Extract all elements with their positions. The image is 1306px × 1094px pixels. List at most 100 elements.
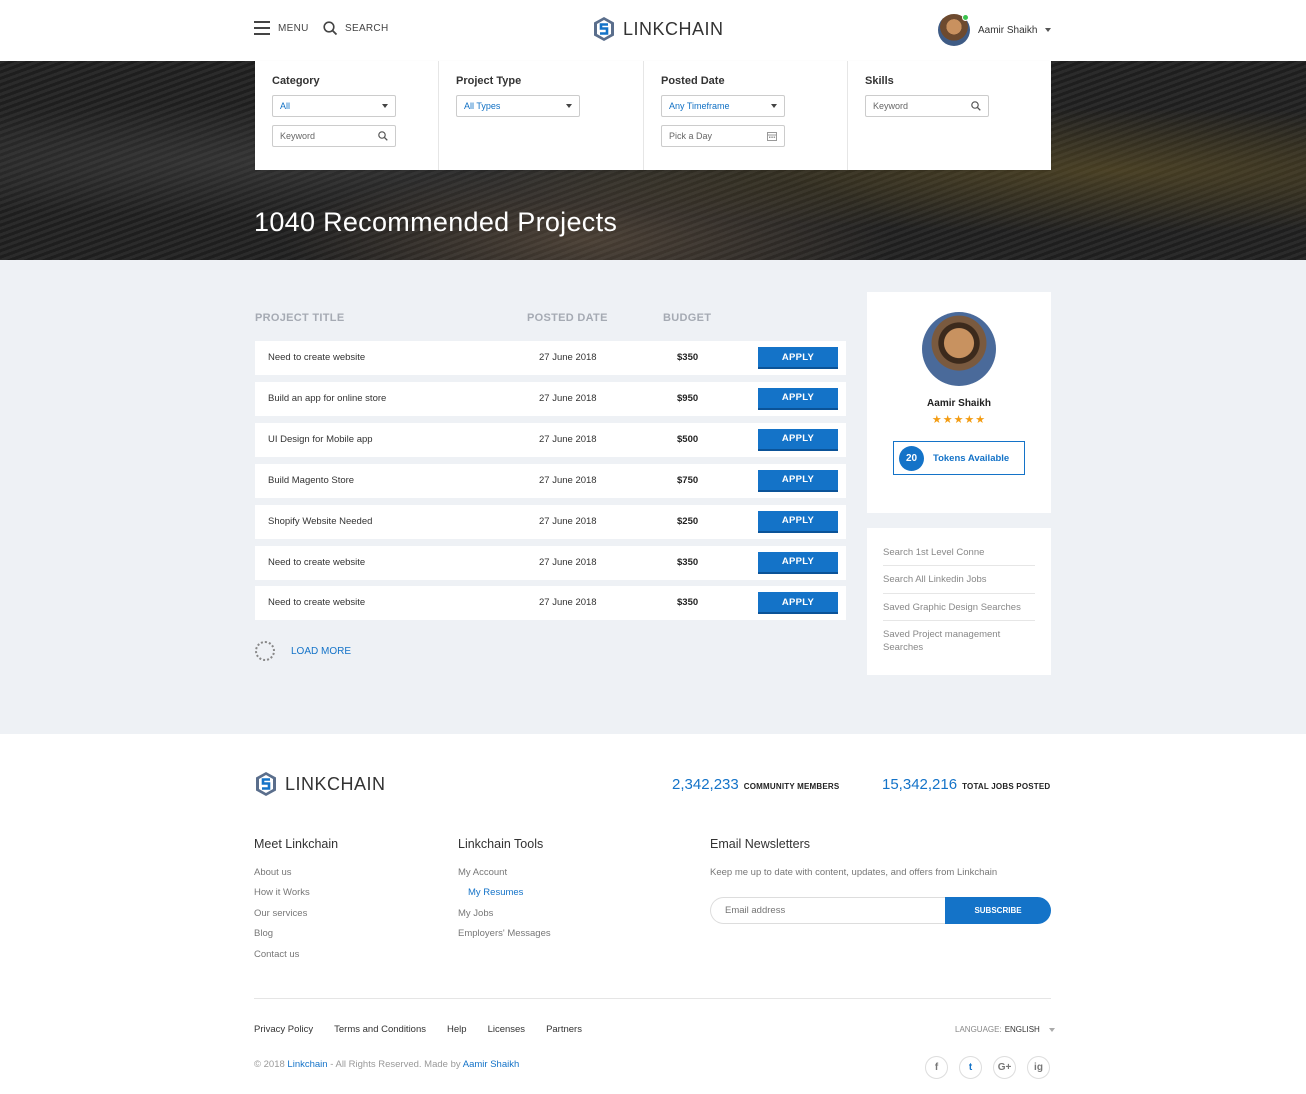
footer-link-contact[interactable]: Contact us: [254, 949, 310, 969]
budget: $350: [677, 556, 699, 568]
saved-search-link[interactable]: Saved Graphic Design Searches: [883, 601, 1035, 621]
table-row: Build an app for online store 27 June 201…: [255, 381, 846, 416]
dropdown-arrow-icon: [771, 104, 777, 108]
user-name: Aamir Shaikh: [978, 24, 1038, 36]
filter-panel: Category All Keyword Project Type All Ty…: [255, 61, 1051, 170]
email-field[interactable]: [710, 897, 946, 924]
brand-logo[interactable]: LINKCHAIN: [593, 16, 724, 42]
facebook-icon[interactable]: f: [925, 1056, 948, 1079]
apply-button[interactable]: APPLY: [758, 469, 838, 492]
project-title: Need to create website: [268, 556, 366, 568]
dropdown-arrow-icon: [382, 104, 388, 108]
category-value: All: [280, 101, 291, 111]
pick-day-input[interactable]: Pick a Day: [661, 125, 785, 147]
table-row: Need to create website 27 June 2018 $350 AP…: [255, 341, 846, 375]
timeframe-select[interactable]: Any Timeframe: [661, 95, 785, 117]
footer-link-my-resumes[interactable]: My Resumes: [458, 887, 551, 907]
linkchain-logo-icon: [594, 17, 614, 41]
footer-link-how-it-works[interactable]: How it Works: [254, 887, 310, 907]
copyright-prefix: © 2018: [254, 1059, 285, 1070]
table-row: UI Design for Mobile app 27 June 2018 $500…: [255, 422, 846, 457]
copyright-middle: - All Rights Reserved. Made by: [330, 1059, 461, 1070]
meet-links: About us How it Works Our services Blog …: [254, 867, 310, 969]
filter-category-title: Category: [272, 75, 320, 87]
skills-keyword-input[interactable]: Keyword: [865, 95, 989, 117]
footer-link-services[interactable]: Our services: [254, 908, 310, 928]
apply-button[interactable]: APPLY: [758, 510, 838, 533]
apply-button[interactable]: APPLY: [758, 428, 838, 451]
project-title: UI Design for Mobile app: [268, 433, 373, 445]
filter-project-type-title: Project Type: [456, 75, 522, 87]
terms-link[interactable]: Terms and Conditions: [334, 1024, 426, 1035]
project-title: Build Magento Store: [268, 474, 355, 486]
copyright-brand-link[interactable]: Linkchain: [287, 1059, 327, 1070]
saved-searches-card: Search 1st Level Conne Search All Linked…: [867, 528, 1051, 675]
keyword-placeholder: Keyword: [873, 101, 909, 111]
filter-skills-title: Skills: [865, 75, 894, 87]
footer-link-my-jobs[interactable]: My Jobs: [458, 908, 551, 928]
project-title: Build an app for online store: [268, 392, 387, 404]
partners-link[interactable]: Partners: [546, 1024, 582, 1035]
search-label: SEARCH: [345, 23, 389, 34]
budget: $950: [677, 392, 699, 404]
twitter-icon[interactable]: t: [959, 1056, 982, 1079]
tokens-count: 20: [899, 445, 924, 471]
tools-links: My Account My Resumes My Jobs Employers'…: [458, 867, 551, 949]
apply-button[interactable]: APPLY: [758, 592, 838, 615]
posted-date: 27 June 2018: [539, 597, 597, 609]
table-row: Shopify Website Needed 27 June 2018 $250 AP…: [255, 504, 846, 539]
members-count: 2,342,233: [672, 776, 739, 793]
search-icon: [323, 21, 338, 36]
posted-date: 27 June 2018: [539, 556, 597, 568]
search-icon: [378, 131, 388, 141]
calendar-icon: [767, 132, 777, 141]
saved-search-link[interactable]: Saved Project management Searches: [883, 628, 1035, 661]
filter-posted-date: Posted Date Any Timeframe Pick a Day: [644, 61, 848, 170]
jobs-label: TOTAL JOBS POSTED: [962, 782, 1051, 791]
table-row: Need to create website 27 June 2018 $350 AP…: [255, 545, 846, 580]
newsletter-heading: Email Newsletters: [710, 837, 811, 851]
footer-link-blog[interactable]: Blog: [254, 928, 310, 948]
footer-link-about[interactable]: About us: [254, 867, 310, 887]
footer-link-my-account[interactable]: My Account: [458, 867, 551, 887]
community-members-stat: 2,342,233 COMMUNITY MEMBERS: [672, 776, 839, 793]
keyword-placeholder: Keyword: [280, 131, 316, 141]
dropdown-arrow-icon: [566, 104, 572, 108]
privacy-policy-link[interactable]: Privacy Policy: [254, 1024, 313, 1035]
load-more-button[interactable]: LOAD MORE: [255, 641, 351, 661]
google-plus-icon[interactable]: G+: [993, 1056, 1016, 1079]
user-menu[interactable]: Aamir Shaikh: [938, 14, 1052, 46]
category-keyword-input[interactable]: Keyword: [272, 125, 396, 147]
posted-date: 27 June 2018: [539, 433, 597, 445]
apply-button[interactable]: APPLY: [758, 387, 838, 410]
project-type-select[interactable]: All Types: [456, 95, 580, 117]
chevron-down-icon: [1048, 1027, 1055, 1032]
saved-search-link[interactable]: Search 1st Level Conne: [883, 546, 1035, 567]
licenses-link[interactable]: Licenses: [488, 1024, 526, 1035]
tokens-button[interactable]: 20 Tokens Available: [893, 441, 1025, 475]
column-header-date: POSTED DATE: [527, 312, 608, 324]
copyright-author-link[interactable]: Aamir Shaikh: [463, 1059, 520, 1070]
search-button[interactable]: SEARCH: [323, 21, 388, 36]
posted-date: 27 June 2018: [539, 392, 597, 404]
main-content: PROJECT TITLE POSTED DATE BUDGET Need to…: [0, 260, 1306, 734]
profile-name: Aamir Shaikh: [927, 398, 991, 409]
meet-heading: Meet Linkchain: [254, 837, 339, 851]
footer-link-employers-messages[interactable]: Employers' Messages: [458, 928, 551, 948]
footer-brand-logo[interactable]: LINKCHAIN: [255, 770, 386, 798]
project-type-value: All Types: [464, 101, 501, 111]
instagram-icon[interactable]: ig: [1027, 1056, 1050, 1079]
language-label: LANGUAGE:: [955, 1025, 1002, 1034]
filter-posted-date-title: Posted Date: [661, 75, 725, 87]
language-select[interactable]: LANGUAGE: ENGLISH: [955, 1025, 1055, 1034]
subscribe-button[interactable]: SUBSCRIBE: [945, 897, 1051, 924]
apply-button[interactable]: APPLY: [758, 551, 838, 574]
legal-links: Privacy Policy Terms and Conditions Help…: [254, 1024, 582, 1035]
menu-button[interactable]: MENU: [254, 21, 309, 35]
page-title: 1040 Recommended Projects: [254, 207, 618, 237]
loading-spinner-icon: [255, 641, 275, 661]
apply-button[interactable]: APPLY: [758, 347, 838, 369]
help-link[interactable]: Help: [447, 1024, 467, 1035]
saved-search-link[interactable]: Search All Linkedin Jobs: [883, 573, 1035, 594]
category-select[interactable]: All: [272, 95, 396, 117]
